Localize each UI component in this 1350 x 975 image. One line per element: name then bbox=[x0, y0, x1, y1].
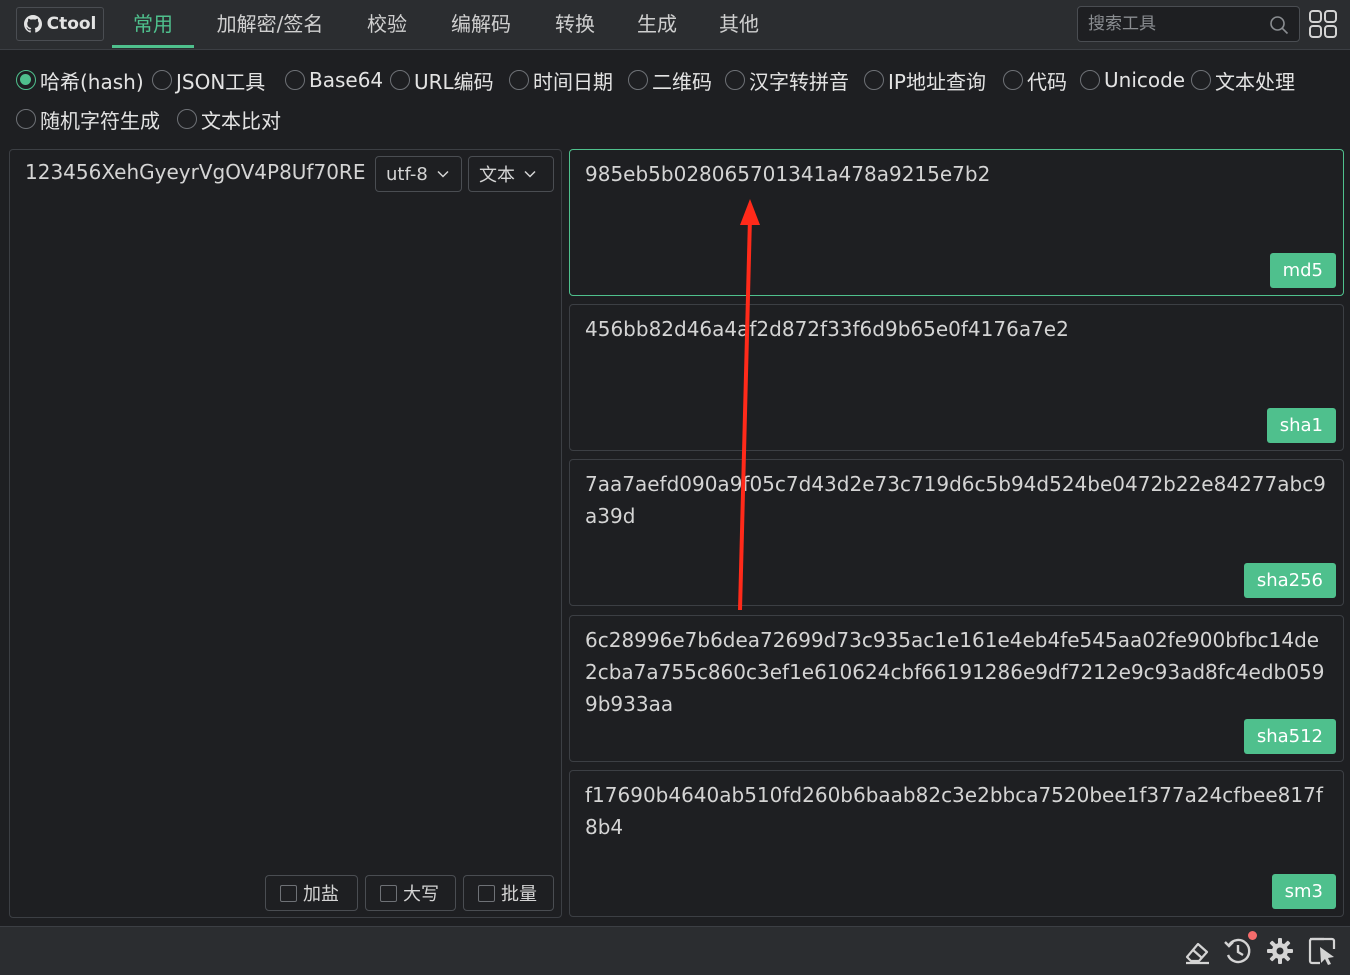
algorithm-badge[interactable]: sha256 bbox=[1243, 563, 1336, 598]
radio-circle bbox=[152, 70, 172, 90]
radio-circle bbox=[725, 70, 745, 90]
radio-url-encode[interactable]: URL编码 bbox=[390, 65, 494, 95]
input-textarea[interactable]: 123456XehGyeyrVgOV4P8Uf70REVp bbox=[25, 160, 365, 190]
radio-circle bbox=[509, 70, 529, 90]
tab-encode-decode[interactable]: 编解码 bbox=[440, 0, 522, 48]
encoding-value: utf-8 bbox=[386, 163, 428, 185]
app-grid-icon[interactable] bbox=[1308, 9, 1338, 39]
search-box[interactable] bbox=[1077, 6, 1300, 42]
input-type-value: 文本 bbox=[479, 165, 515, 186]
result-md5[interactable]: 985eb5b028065701341a478a9215e7b2 md5 bbox=[569, 149, 1344, 296]
result-value[interactable]: f17690b4640ab510fd260b6baab82c3e2bbca752… bbox=[585, 779, 1328, 843]
notification-dot bbox=[1248, 931, 1257, 940]
radio-label: 文本比对 bbox=[201, 108, 281, 133]
eraser-icon[interactable] bbox=[1181, 935, 1213, 967]
input-panel[interactable]: 123456XehGyeyrVgOV4P8Uf70REVp utf-8 文本 加… bbox=[9, 149, 562, 918]
salt-checkbox[interactable] bbox=[280, 884, 297, 902]
chevron-down-icon bbox=[437, 170, 449, 178]
result-value[interactable]: 7aa7aefd090a9f05c7d43d2e73c719d6c5b94d52… bbox=[585, 468, 1328, 532]
radio-random-string[interactable]: 随机字符生成 bbox=[16, 104, 160, 134]
radio-label: 文本处理 bbox=[1215, 69, 1295, 94]
radio-text-diff[interactable]: 文本比对 bbox=[177, 104, 281, 134]
radio-hash[interactable]: 哈希(hash) bbox=[16, 65, 144, 95]
tab-convert[interactable]: 转换 bbox=[542, 0, 608, 48]
radio-datetime[interactable]: 时间日期 bbox=[509, 65, 613, 95]
radio-circle bbox=[1191, 70, 1211, 90]
app-window: Ctool 常用 加解密/签名 校验 编解码 转换 生成 其他 哈希(hash)… bbox=[0, 0, 1350, 975]
result-sha1[interactable]: 456bb82d46a4af2d872f33f6d9b65e0f4176a7e2… bbox=[569, 304, 1344, 451]
radio-text-process[interactable]: 文本处理 bbox=[1191, 65, 1295, 95]
result-sha512[interactable]: 6c28996e7b6dea72699d73c935ac1e161e4eb4fe… bbox=[569, 615, 1344, 762]
bottom-bar bbox=[0, 926, 1350, 975]
radio-label: Base64 bbox=[309, 68, 384, 92]
result-value[interactable]: 456bb82d46a4af2d872f33f6d9b65e0f4176a7e2 bbox=[585, 313, 1328, 345]
chevron-down-icon bbox=[524, 170, 536, 178]
batch-checkbox[interactable] bbox=[478, 884, 495, 902]
radio-json[interactable]: JSON工具 bbox=[152, 65, 265, 95]
search-icon[interactable] bbox=[1269, 15, 1289, 35]
radio-pinyin[interactable]: 汉字转拼音 bbox=[725, 65, 849, 95]
history-icon[interactable] bbox=[1222, 935, 1254, 967]
tab-common[interactable]: 常用 bbox=[112, 0, 194, 48]
radio-circle bbox=[628, 70, 648, 90]
uppercase-label: 大写 bbox=[403, 884, 439, 905]
pick-window-icon[interactable] bbox=[1306, 935, 1338, 967]
search-input[interactable] bbox=[1088, 7, 1268, 41]
result-value[interactable]: 6c28996e7b6dea72699d73c935ac1e161e4eb4fe… bbox=[585, 624, 1328, 720]
algorithm-badge[interactable]: sha1 bbox=[1266, 408, 1336, 443]
tab-verify[interactable]: 校验 bbox=[354, 0, 420, 48]
result-sm3[interactable]: f17690b4640ab510fd260b6baab82c3e2bbca752… bbox=[569, 770, 1344, 917]
radio-circle bbox=[390, 70, 410, 90]
settings-icon[interactable] bbox=[1264, 935, 1296, 967]
radio-circle bbox=[16, 109, 36, 129]
radio-unicode[interactable]: Unicode bbox=[1080, 65, 1185, 95]
tab-generate[interactable]: 生成 bbox=[624, 0, 690, 48]
radio-label: URL编码 bbox=[414, 69, 494, 94]
salt-option[interactable]: 加盐 bbox=[265, 875, 358, 911]
uppercase-option[interactable]: 大写 bbox=[365, 875, 456, 911]
radio-label: 二维码 bbox=[652, 69, 712, 94]
radio-qrcode[interactable]: 二维码 bbox=[628, 65, 712, 95]
radio-circle bbox=[285, 70, 305, 90]
radio-circle bbox=[16, 70, 36, 90]
radio-label: 时间日期 bbox=[533, 69, 613, 94]
ctool-logo-button[interactable]: Ctool bbox=[16, 7, 104, 41]
logo-label: Ctool bbox=[46, 14, 97, 34]
radio-label: 随机字符生成 bbox=[40, 108, 160, 133]
algorithm-badge[interactable]: sm3 bbox=[1271, 874, 1336, 909]
radio-circle bbox=[177, 109, 197, 129]
batch-option[interactable]: 批量 bbox=[463, 875, 554, 911]
github-icon bbox=[23, 15, 42, 33]
radio-code[interactable]: 代码 bbox=[1003, 65, 1067, 95]
radio-base64[interactable]: Base64 bbox=[285, 65, 383, 95]
tab-crypto-sign[interactable]: 加解密/签名 bbox=[208, 0, 332, 48]
result-sha256[interactable]: 7aa7aefd090a9f05c7d43d2e73c719d6c5b94d52… bbox=[569, 459, 1344, 606]
input-type-select[interactable]: 文本 bbox=[468, 156, 554, 192]
radio-label: 汉字转拼音 bbox=[749, 69, 849, 94]
top-bar: Ctool 常用 加解密/签名 校验 编解码 转换 生成 其他 bbox=[0, 0, 1350, 50]
radio-circle bbox=[1003, 70, 1023, 90]
algorithm-badge[interactable]: sha512 bbox=[1243, 719, 1336, 754]
result-value[interactable]: 985eb5b028065701341a478a9215e7b2 bbox=[585, 158, 1328, 190]
radio-circle bbox=[864, 70, 884, 90]
tab-other[interactable]: 其他 bbox=[706, 0, 772, 48]
radio-label: 哈希(hash) bbox=[40, 69, 144, 94]
radio-label: Unicode bbox=[1104, 68, 1186, 92]
radio-label: JSON工具 bbox=[176, 69, 266, 94]
radio-label: 代码 bbox=[1027, 69, 1067, 94]
radio-ip-lookup[interactable]: IP地址查询 bbox=[864, 65, 986, 95]
uppercase-checkbox[interactable] bbox=[380, 884, 397, 902]
radio-circle bbox=[1080, 70, 1100, 90]
algorithm-badge[interactable]: md5 bbox=[1269, 253, 1336, 288]
salt-label: 加盐 bbox=[303, 884, 339, 905]
radio-label: IP地址查询 bbox=[888, 69, 986, 94]
batch-label: 批量 bbox=[501, 884, 537, 905]
encoding-select[interactable]: utf-8 bbox=[375, 156, 462, 192]
